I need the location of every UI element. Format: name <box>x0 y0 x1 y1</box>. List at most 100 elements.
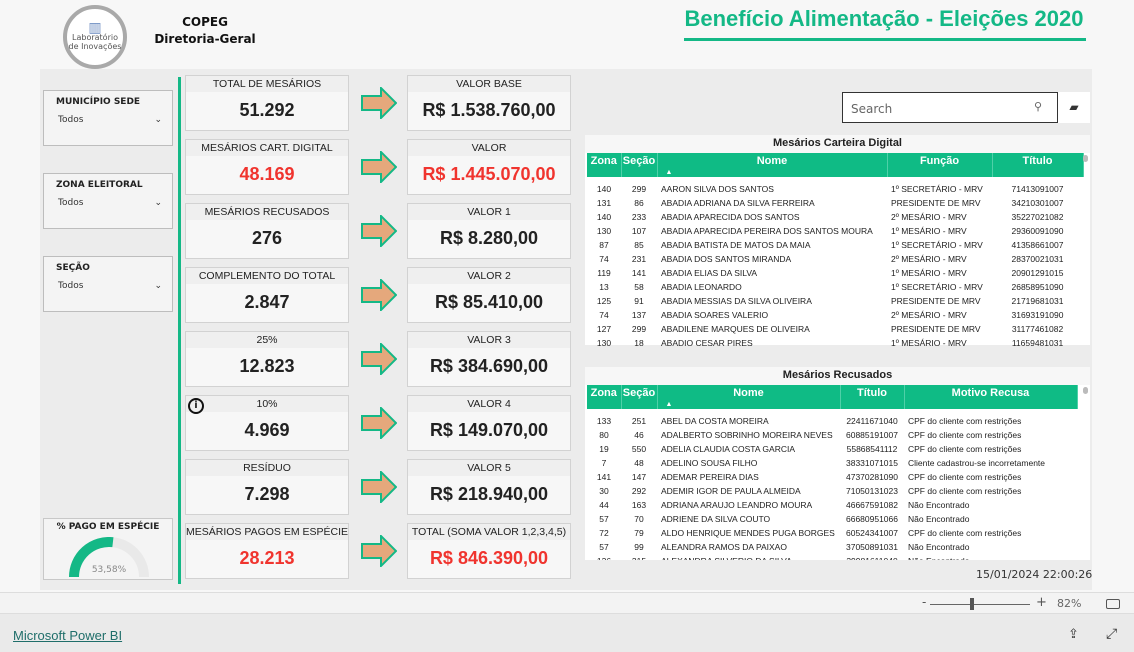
table-row[interactable]: 87 85 ABADIA BATISTA DE MATOS DA MAIA 1º SE… <box>587 238 1083 252</box>
table-row[interactable]: 136315ALEXANDRA SILVERIO DA SILVA3998161… <box>587 554 1077 560</box>
share-icon[interactable]: ⇪ <box>1068 627 1079 642</box>
table-row[interactable]: 74 137 ABADIA SOARES VALERIO 2º MESÁRIO - M… <box>587 308 1083 322</box>
arrow-right-icon <box>361 407 397 439</box>
column-header[interactable]: Nome ▲ <box>657 153 888 177</box>
table-cell: 31693191090 <box>1011 310 1064 320</box>
table-cell: 231 <box>631 254 647 264</box>
table-cell: 2º MESÁRIO - MRV <box>891 310 967 320</box>
table-row[interactable]: 131 86 ABADIA ADRIANA DA SILVA FERREIRA PRE… <box>587 196 1083 210</box>
table-row[interactable]: 127 299 ABADILENE MARQUES DE OLIVEIRA PRESI… <box>587 322 1083 336</box>
column-header[interactable]: Nome ▲ <box>657 385 841 409</box>
table-row[interactable]: 13 58 ABADIA LEONARDO 1º SECRETÁRIO - MRV 26… <box>587 280 1083 294</box>
table-row[interactable]: 140 233 ABADIA APARECIDA DOS SANTOS 2º MESÁ… <box>587 210 1083 224</box>
table-cell: 34210301007 <box>1011 198 1064 208</box>
column-header[interactable]: Título <box>840 385 905 409</box>
column-header[interactable]: Título <box>992 153 1084 177</box>
table-cell: 147 <box>631 472 647 482</box>
table-cell: 46 <box>634 430 644 440</box>
table-cell: 71413091007 <box>1011 184 1064 194</box>
sort-ascending-icon[interactable]: ▲ <box>666 169 673 176</box>
slicer-dropdown[interactable]: Todos ⌄ <box>58 198 162 208</box>
table-row[interactable]: 119 141 ABADIA ELIAS DA SILVA 1º MESÁRIO - … <box>587 266 1083 280</box>
page-title: Benefício Alimentação - Eleições 2020 <box>684 6 1084 31</box>
zoom-out-button[interactable]: - <box>922 595 926 609</box>
table-cell: 39981611040 <box>840 554 904 560</box>
table-cell: CPF do cliente com restrições <box>908 444 1022 454</box>
table-cell: 28370021031 <box>1011 254 1064 264</box>
table-cell: 87 <box>599 240 609 250</box>
slicer-dropdown[interactable]: Todos ⌄ <box>58 115 162 125</box>
kpi-value: 51.292 <box>239 100 295 120</box>
column-label: Motivo Recusa <box>951 387 1030 399</box>
org-line-2: Diretoria-Geral <box>154 32 256 46</box>
table-cell: CPF do cliente com restrições <box>908 528 1022 538</box>
table-cell: 72 <box>599 528 609 538</box>
table-cell: 31177461082 <box>1011 324 1064 334</box>
column-header[interactable]: Função <box>887 153 993 177</box>
table-cell: ABADIA ELIAS DA SILVA <box>661 268 758 278</box>
org-name: COPEG Diretoria-Geral <box>150 14 260 48</box>
table-row[interactable]: 57 70 ADRIENE DA SILVA COUTO 66680951066 Não… <box>587 512 1077 526</box>
table-cell: 133 <box>596 416 612 426</box>
table-cell: 35227021082 <box>1011 212 1064 222</box>
table-row[interactable]: 30 292 ADEMIR IGOR DE PAULA ALMEIDA 7105013… <box>587 484 1077 498</box>
info-icon[interactable]: i <box>188 398 204 414</box>
kpi-label: COMPLEMENTO DO TOTAL <box>186 268 348 284</box>
eraser-icon[interactable]: ▰ <box>1058 92 1090 123</box>
kpi-card: VALOR 2 R$ 85.410,00 <box>407 267 571 323</box>
table-cell: 1º MESÁRIO - MRV <box>891 338 967 348</box>
column-header[interactable]: Motivo Recusa <box>904 385 1078 409</box>
table-cell: ABADIA SOARES VALERIO <box>661 310 769 320</box>
kpi-value: R$ 149.070,00 <box>429 420 549 440</box>
chevron-down-icon: ⌄ <box>154 281 162 291</box>
slicer-municipio[interactable]: MUNICÍPIO SEDE Todos ⌄ <box>43 90 173 146</box>
column-header[interactable]: Zona <box>587 385 622 409</box>
timestamp: 15/01/2024 22:00:26 <box>976 568 1093 581</box>
zoom-slider-thumb[interactable] <box>969 598 974 610</box>
table-cell: 141 <box>631 268 647 278</box>
table-row[interactable]: 57 99 ALEANDRA RAMOS DA PAIXAO 37050891031 N… <box>587 540 1077 554</box>
kpi-card: VALOR 1 R$ 8.280,00 <box>407 203 571 259</box>
arrow-right-icon <box>361 215 397 247</box>
table-row[interactable]: 130 18 ABADIO CESAR PIRES 1º MESÁRIO - MRV 1… <box>587 336 1083 350</box>
table-row[interactable]: 74 231 ABADIA DOS SANTOS MIRANDA 2º MESÁRIO… <box>587 252 1083 266</box>
chevron-down-icon: ⌄ <box>154 115 162 125</box>
kpi-card: VALOR 5 R$ 218.940,00 <box>407 459 571 515</box>
search-icon[interactable]: ⚲ <box>1034 100 1042 113</box>
table-row[interactable]: 130 107 ABADIA APARECIDA PEREIRA DOS SANTO… <box>587 224 1083 238</box>
table-row[interactable]: 7 48 ADELINO SOUSA FILHO 38331071015 Cliente… <box>587 456 1077 470</box>
table-header: Zona Seção Nome ▲ Função Título <box>587 153 1084 177</box>
sort-ascending-icon[interactable]: ▲ <box>666 401 673 408</box>
column-header[interactable]: Seção <box>621 153 658 177</box>
table-row[interactable]: 141 147 ADEMAR PEREIRA DIAS 47370281090 CPF … <box>587 470 1077 484</box>
gauge-pago-especie: % PAGO EM ESPÉCIE 53,58% <box>43 518 173 580</box>
column-header[interactable]: Seção <box>621 385 658 409</box>
fit-to-page-icon[interactable] <box>1106 599 1120 609</box>
table-row[interactable]: 44 163 ADRIANA ARAUJO LEANDRO MOURA 4666759… <box>587 498 1077 512</box>
scrollbar[interactable] <box>1083 155 1088 162</box>
arrow-right-icon <box>361 343 397 375</box>
column-header[interactable]: Zona <box>587 153 622 177</box>
slicer-dropdown[interactable]: Todos ⌄ <box>58 281 162 291</box>
arrow-right-icon <box>361 279 397 311</box>
table-row[interactable]: 125 91 ABADIA MESSIAS DA SILVA OLIVEIRA PRE… <box>587 294 1083 308</box>
scrollbar[interactable] <box>1083 387 1088 394</box>
table-carteira-digital: Mesários Carteira Digital Zona Seção Nome ▲… <box>585 135 1090 348</box>
chevron-down-icon: ⌄ <box>154 198 162 208</box>
power-bi-link[interactable]: Microsoft Power BI <box>13 628 122 643</box>
slicer-zona[interactable]: ZONA ELEITORAL Todos ⌄ <box>43 173 173 229</box>
table-row[interactable]: 133 251 ABEL DA COSTA MOREIRA 22411671040 CP… <box>587 414 1077 428</box>
table-row[interactable]: 19 550 ADELIA CLAUDIA COSTA GARCIA 55868541… <box>587 442 1077 456</box>
table-cell: 136 <box>587 554 621 560</box>
logo-text-2: de Inovações <box>68 41 122 51</box>
zoom-slider[interactable] <box>930 604 1030 605</box>
fullscreen-icon[interactable]: ⤢ <box>1106 626 1117 642</box>
kpi-label: TOTAL (SOMA VALOR 1,2,3,4,5) <box>408 524 570 540</box>
table-row[interactable]: 72 79 ALDO HENRIQUE MENDES PUGA BORGES 6052… <box>587 526 1077 540</box>
table-row[interactable]: 80 46 ADALBERTO SOBRINHO MOREIRA NEVES 6088… <box>587 428 1077 442</box>
zoom-in-button[interactable]: + <box>1036 595 1047 610</box>
kpi-card: VALOR BASE R$ 1.538.760,00 <box>407 75 571 131</box>
slicer-secao[interactable]: SEÇÃO Todos ⌄ <box>43 256 173 312</box>
table-row[interactable]: 140 299 AARON SILVA DOS SANTOS 1º SECRETÁRI… <box>587 182 1083 196</box>
search-input[interactable]: Search <box>842 92 1058 123</box>
